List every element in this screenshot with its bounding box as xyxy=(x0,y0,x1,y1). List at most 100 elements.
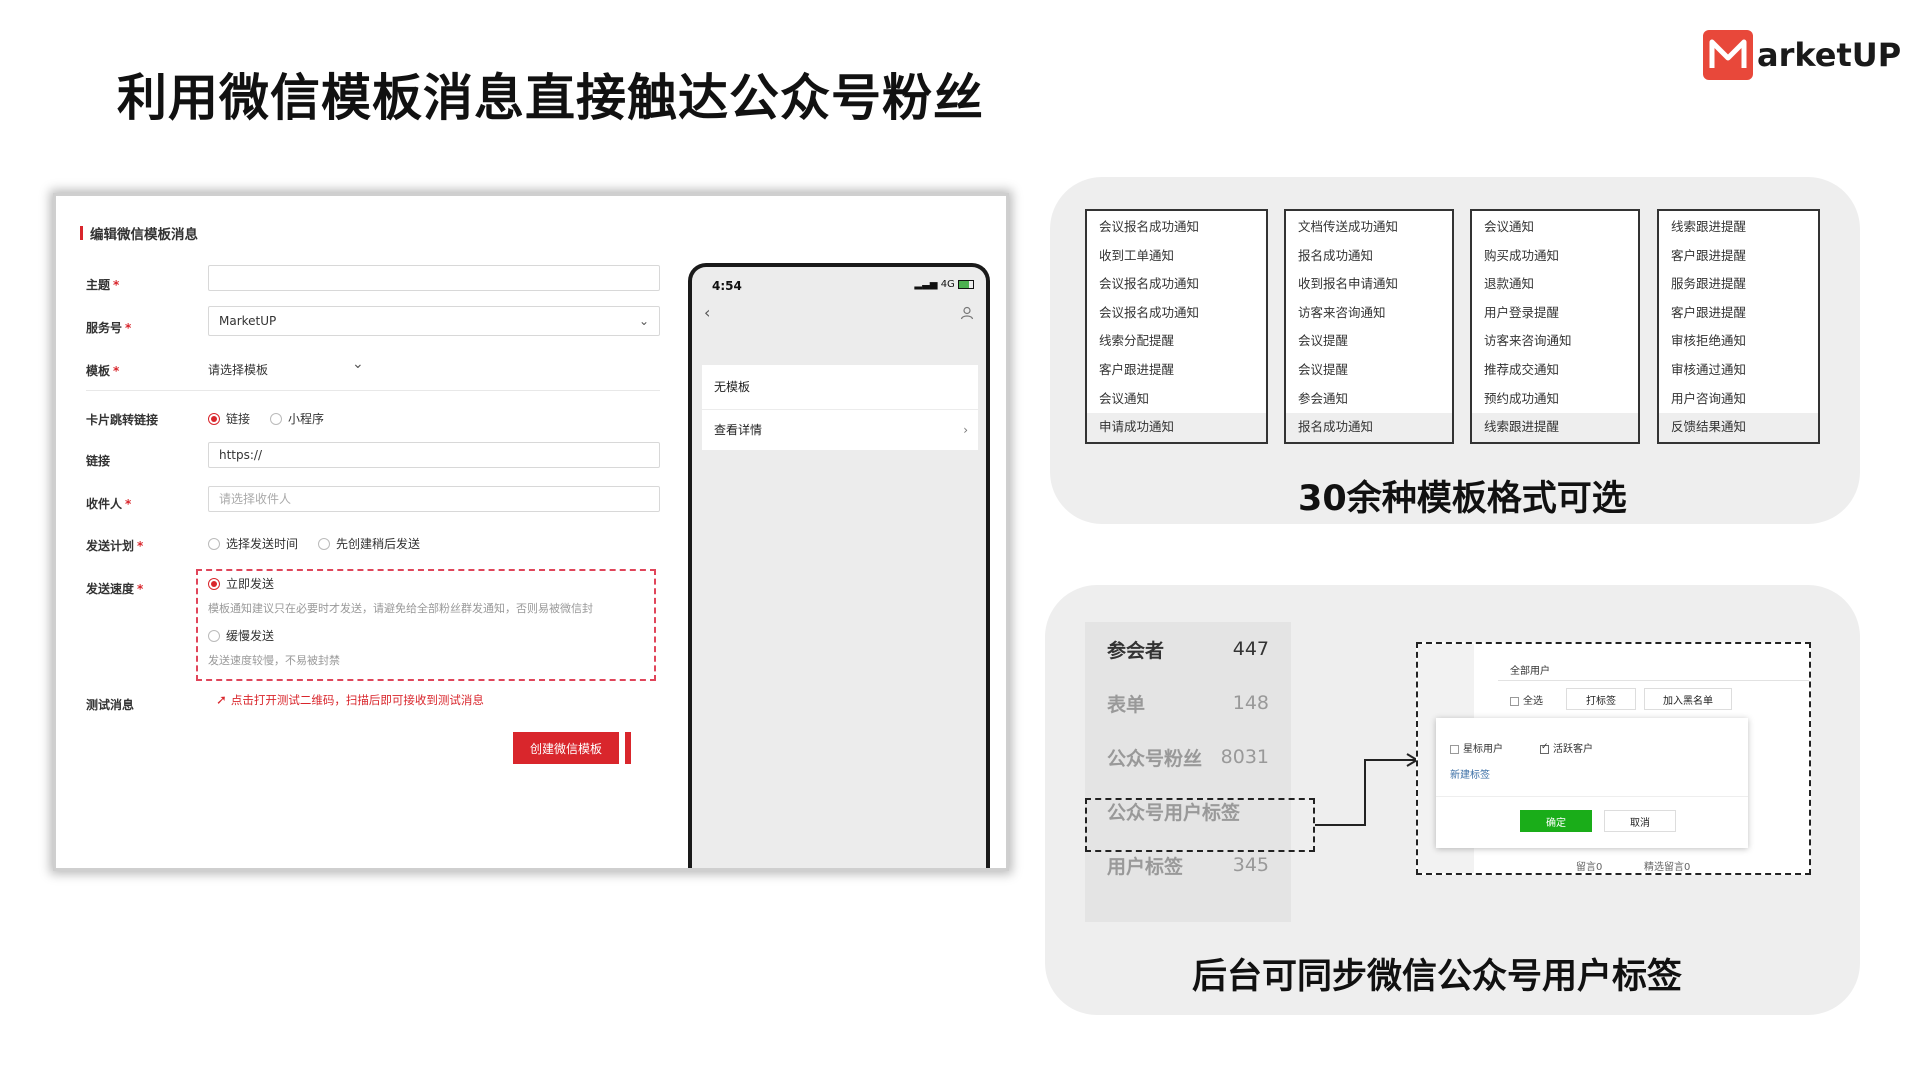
featured-comment-count: 精选留言0 xyxy=(1644,862,1691,873)
template-item: 会议通知 xyxy=(1099,390,1150,406)
user-tag-highlight-box xyxy=(1085,798,1315,852)
template-item: 审核拒绝通知 xyxy=(1671,333,1747,349)
m-logo-icon xyxy=(1703,30,1753,80)
template-item: 会议提醒 xyxy=(1298,333,1349,349)
cancel-button[interactable]: 取消 xyxy=(1604,810,1676,832)
stat-label: 表单 xyxy=(1107,693,1146,716)
confirm-button[interactable]: 确定 xyxy=(1520,810,1592,832)
template-item: 线索分配提醒 xyxy=(1099,333,1175,349)
jump-radio-group: 链接 小程序 xyxy=(208,410,324,427)
radio-later[interactable] xyxy=(318,537,331,550)
plan-radio-group: 选择发送时间 先创建稍后发送 xyxy=(208,535,420,552)
template-item: 推荐成交通知 xyxy=(1484,361,1560,377)
phone-signal: ▂▃▅ 4G xyxy=(914,279,974,290)
back-icon[interactable]: ‹ xyxy=(704,303,710,322)
template-item: 会议提醒 xyxy=(1298,361,1349,377)
service-select[interactable]: MarketUP ⌄ xyxy=(208,306,660,336)
radio-slow[interactable] xyxy=(208,629,220,642)
checkbox[interactable] xyxy=(1510,696,1519,706)
template-item: 线索跟进提醒 xyxy=(1472,413,1638,442)
template-item: 申请成功通知 xyxy=(1087,413,1266,442)
template-item: 参会通知 xyxy=(1298,390,1349,406)
template-item: 审核通过通知 xyxy=(1671,361,1747,377)
speed-slow: 缓慢发送 xyxy=(208,627,274,644)
link-input[interactable]: https:// xyxy=(208,442,660,468)
title-accent-bar xyxy=(80,226,83,240)
template-item: 文档传送成功通知 xyxy=(1298,219,1399,234)
stat-value: 148 xyxy=(1232,692,1269,714)
logo-wordmark: arketUP xyxy=(1757,36,1902,74)
phone-preview: 4:54 ▂▃▅ 4G ‹ 无模板 查看详情 › xyxy=(688,263,990,868)
stats-list: 参会者 447 表单 148 公众号粉丝 8031 公众号用户标签 用户标签 345 xyxy=(1085,622,1291,922)
speed-label: 发送速度 * xyxy=(86,582,144,596)
template-item: 会议报名成功通知 xyxy=(1099,276,1200,292)
template-item: 会议通知 xyxy=(1484,219,1535,234)
stat-row[interactable]: 表单 148 xyxy=(1085,676,1291,730)
template-item: 客户跟进提醒 xyxy=(1671,304,1747,320)
test-label: 测试消息 xyxy=(86,698,135,712)
signal-bars-icon: ▂▃▅ xyxy=(914,279,938,290)
blacklist-button[interactable]: 加入黑名单 xyxy=(1644,688,1732,710)
template-item: 用户咨询通知 xyxy=(1671,390,1747,406)
speed-hint-1: 模板通知建议只在必要时才发送，请避免给全部粉丝群发通知，否则易被微信封 xyxy=(208,602,593,615)
chevron-right-icon: › xyxy=(963,423,968,437)
radio-immediate[interactable] xyxy=(208,577,220,590)
template-label: 模板 * xyxy=(86,364,120,378)
divider xyxy=(1498,680,1809,681)
divider xyxy=(86,390,660,391)
template-item: 服务跟进提醒 xyxy=(1671,276,1747,292)
template-list-2: 文档传送成功通知 报名成功通知 收到报名申请通知 访客来咨询通知 会议提醒 会议提醒 参会通… xyxy=(1284,209,1454,444)
stat-row[interactable]: 公众号粉丝 8031 xyxy=(1085,730,1291,784)
template-item: 退款通知 xyxy=(1484,276,1535,292)
arrow-connector xyxy=(1315,753,1419,826)
template-item: 用户登录提醒 xyxy=(1484,304,1560,320)
stat-label: 参会者 xyxy=(1107,639,1165,662)
radio-link[interactable] xyxy=(208,412,220,425)
speed-immediate: 立即发送 xyxy=(208,575,274,592)
select-all[interactable]: 全选 xyxy=(1510,692,1543,707)
divider xyxy=(1436,796,1748,797)
tag-dialog-screenshot: 全部用户 全选 打标签 加入黑名单 星标用户 ✓ 活跃客户 新建标签 确定 取消 … xyxy=(1416,642,1811,875)
template-item: 收到报名申请通知 xyxy=(1298,276,1399,292)
subject-input[interactable] xyxy=(208,265,660,291)
template-list-4: 线索跟进提醒 客户跟进提醒 服务跟进提醒 客户跟进提醒 审核拒绝通知 审核通过通知 用户咨询… xyxy=(1657,209,1820,444)
template-list-1: 会议报名成功通知 收到工单通知 会议报名成功通知 会议报名成功通知 线索分配提醒 客户跟进… xyxy=(1085,209,1268,444)
stat-value: 345 xyxy=(1232,854,1269,876)
chevron-down-icon: ⌄ xyxy=(638,314,649,328)
service-label: 服务号 * xyxy=(86,321,132,335)
template-item: 收到工单通知 xyxy=(1099,247,1175,263)
checkbox-checked[interactable]: ✓ xyxy=(1540,742,1549,754)
tag-option-star[interactable]: 星标用户 xyxy=(1450,740,1503,755)
form-title: 编辑微信模板消息 xyxy=(90,227,198,243)
stat-label: 用户标签 xyxy=(1107,855,1184,878)
speed-hint-2: 发送速度较慢，不易被封禁 xyxy=(208,654,340,667)
radio-schedule[interactable] xyxy=(208,537,220,550)
battery-icon xyxy=(958,279,974,289)
template-item: 预约成功通知 xyxy=(1484,390,1560,406)
stat-value: 8031 xyxy=(1220,746,1269,768)
recipient-label: 收件人 * xyxy=(86,497,132,511)
recipient-input[interactable]: 请选择收件人 xyxy=(208,486,660,512)
template-item: 线索跟进提醒 xyxy=(1671,219,1747,234)
template-item: 购买成功通知 xyxy=(1484,247,1560,263)
radio-miniprogram[interactable] xyxy=(270,412,283,425)
test-link[interactable]: ➚ 点击打开测试二维码，扫描后即可接收到测试消息 xyxy=(216,692,484,708)
subject-label: 主题 * xyxy=(86,278,120,292)
checkbox[interactable] xyxy=(1450,744,1459,754)
phone-time: 4:54 xyxy=(712,279,742,293)
stat-row[interactable]: 参会者 447 xyxy=(1085,622,1291,676)
phone-view-details[interactable]: 查看详情 › xyxy=(702,410,978,450)
tag-option-active[interactable]: ✓ 活跃客户 xyxy=(1540,740,1593,755)
new-tag-link[interactable]: 新建标签 xyxy=(1450,766,1490,781)
template-item: 报名成功通知 xyxy=(1298,247,1374,263)
marketup-logo: arketUP xyxy=(1703,28,1901,82)
template-item: 客户跟进提醒 xyxy=(1671,247,1747,263)
stat-label: 公众号粉丝 xyxy=(1107,747,1203,770)
tag-button[interactable]: 打标签 xyxy=(1566,688,1636,710)
templates-caption: 30余种模板格式可选 xyxy=(1298,479,1627,519)
sync-caption: 后台可同步微信公众号用户标签 xyxy=(1192,957,1683,997)
template-item: 会议报名成功通知 xyxy=(1099,219,1200,234)
user-icon[interactable] xyxy=(960,305,974,324)
create-template-button[interactable]: 创建微信模板 xyxy=(513,732,619,764)
template-select[interactable]: 请选择模板 xyxy=(208,361,268,378)
